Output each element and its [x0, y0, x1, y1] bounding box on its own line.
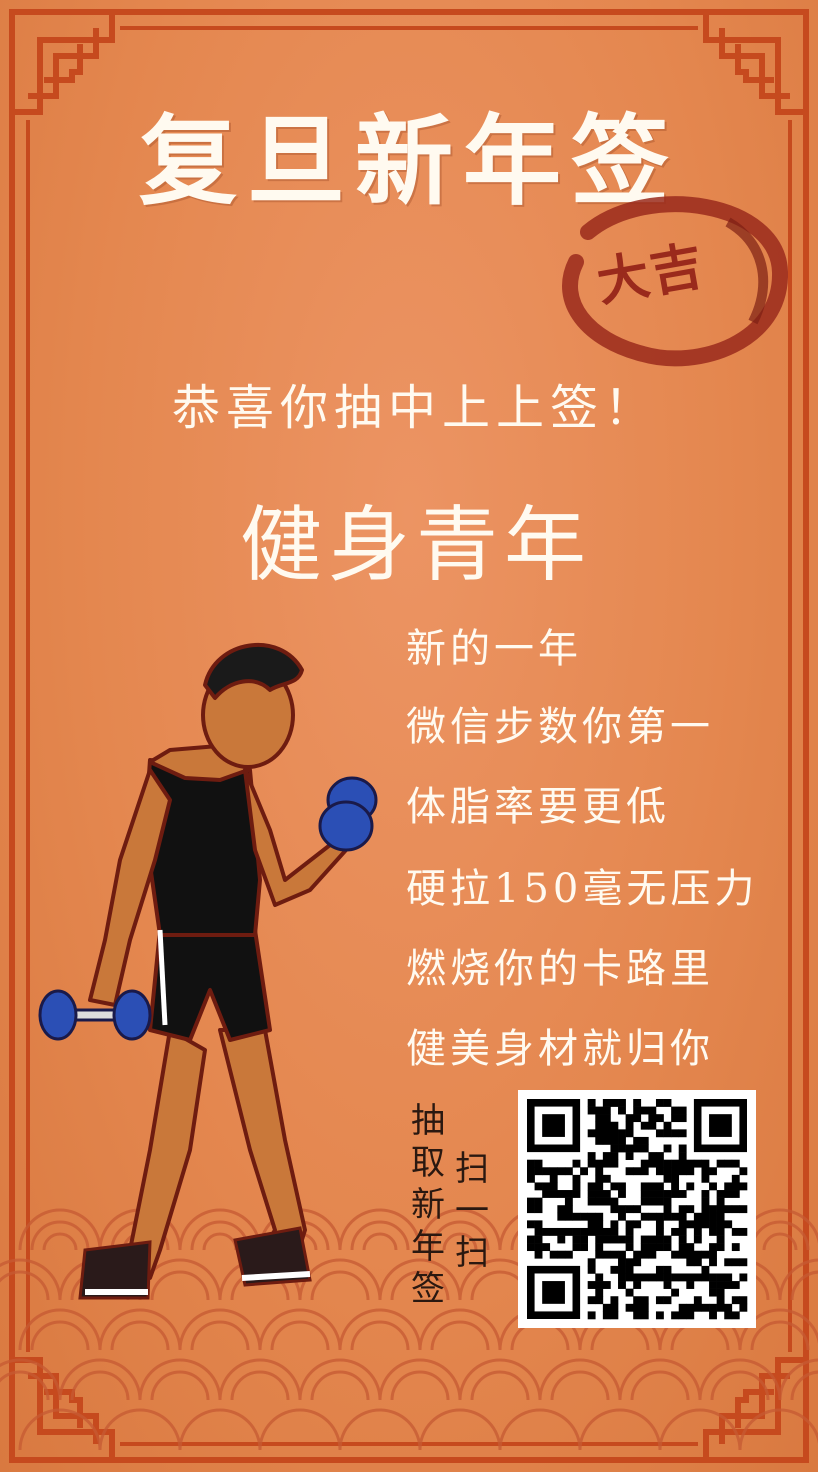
- cta-char: 扫: [455, 1149, 489, 1189]
- cta-char: 签: [411, 1269, 445, 1309]
- verse-line: 健美身材就归你: [406, 1026, 714, 1072]
- verse-line: 燃烧你的卡路里: [406, 946, 714, 992]
- verse-line: 新的一年: [406, 626, 582, 672]
- verse-line: 体脂率要更低: [406, 784, 670, 830]
- verse-line: 硬拉150毫无压力: [406, 866, 759, 912]
- cta-char: 扫: [455, 1233, 489, 1273]
- dumbbell-right: [318, 776, 378, 852]
- qr-code-pattern: [527, 1099, 748, 1320]
- cta-vertical-right: 扫 一 扫: [450, 1148, 494, 1274]
- cta-vertical-left: 抽 取 新 年 签: [406, 1100, 450, 1310]
- cta-char: 一: [455, 1191, 489, 1231]
- cta-char: 新: [411, 1185, 445, 1225]
- cta-char: 取: [411, 1143, 445, 1183]
- weightlifter-illustration: [38, 643, 378, 1300]
- cta-char: 抽: [411, 1101, 445, 1141]
- verse-line: 微信步数你第一: [406, 704, 714, 750]
- new-year-fortune-poster: 复旦新年签 大吉 恭喜你抽中上上签！ 健身青年 新的一年 微信步数你第一 体脂率…: [0, 0, 818, 1472]
- fortune-title: 健身青年: [240, 498, 593, 593]
- qr-code[interactable]: [518, 1090, 756, 1328]
- congrats-text: 恭喜你抽中上上签！: [172, 380, 659, 436]
- cta-char: 年: [411, 1227, 445, 1267]
